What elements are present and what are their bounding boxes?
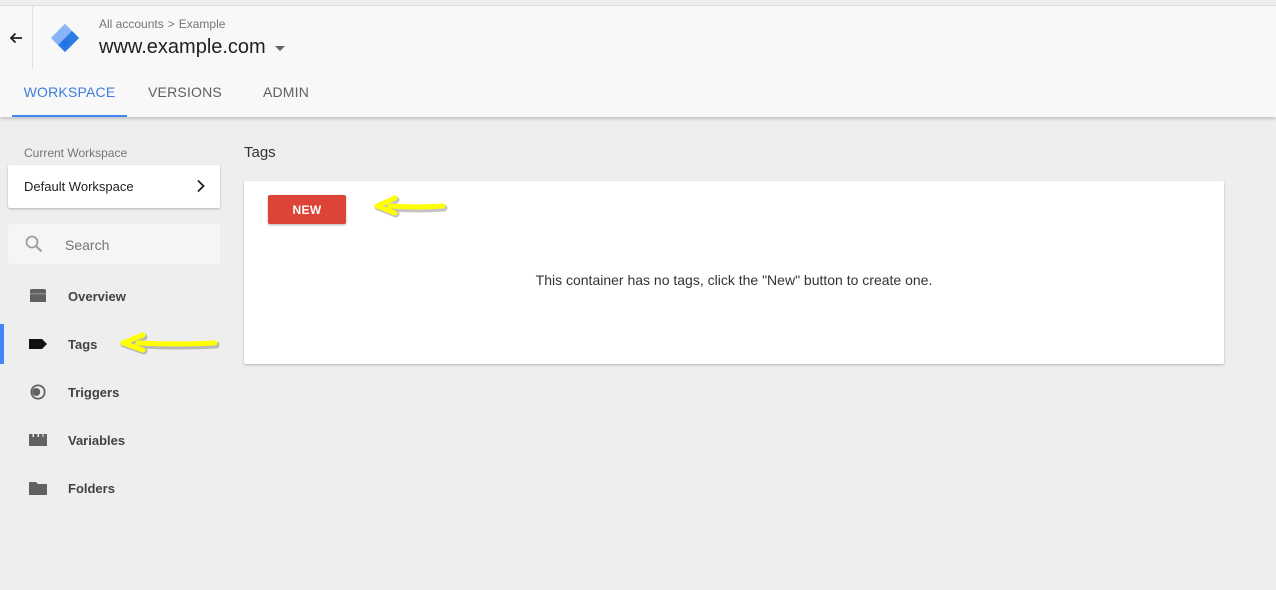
breadcrumb-all-accounts[interactable]: All accounts xyxy=(99,17,164,31)
tab-bar: WORKSPACE VERSIONS ADMIN xyxy=(0,69,1276,117)
container-selector[interactable]: www.example.com xyxy=(99,36,285,59)
tag-icon xyxy=(29,339,47,349)
sidebar-item-label: Variables xyxy=(68,433,126,448)
empty-state-message: This container has no tags, click the "N… xyxy=(535,272,933,288)
variables-icon xyxy=(29,434,47,446)
sidebar-item-triggers[interactable]: Triggers xyxy=(0,372,236,412)
sidebar-item-label: Triggers xyxy=(68,385,120,400)
back-arrow-icon xyxy=(9,32,22,43)
tag-manager-logo-icon xyxy=(51,24,79,52)
caret-down-icon xyxy=(274,46,285,51)
breadcrumb-account[interactable]: Example xyxy=(179,17,226,31)
tab-versions[interactable]: VERSIONS xyxy=(140,69,230,117)
breadcrumb: All accounts > Example xyxy=(99,17,225,31)
workspace-name: Default Workspace xyxy=(24,179,134,194)
search-input[interactable] xyxy=(63,233,217,257)
chevron-right-icon xyxy=(197,179,205,193)
container-name: www.example.com xyxy=(99,36,266,58)
tab-workspace[interactable]: WORKSPACE xyxy=(12,69,127,117)
search-box xyxy=(8,224,220,264)
page-title: Tags xyxy=(244,144,276,161)
back-button[interactable] xyxy=(0,6,33,69)
search-icon xyxy=(25,235,43,253)
workspace-selector[interactable]: Default Workspace xyxy=(8,165,220,208)
annotation-arrow-icon xyxy=(374,195,448,218)
top-bar: All accounts > Example www.example.com xyxy=(0,5,1276,70)
sidebar-item-overview[interactable]: Overview xyxy=(0,276,236,316)
tab-admin[interactable]: ADMIN xyxy=(250,69,322,117)
annotation-arrow-icon xyxy=(120,332,220,355)
sidebar-item-label: Tags xyxy=(68,337,98,352)
overview-icon xyxy=(30,289,46,302)
current-workspace-label: Current Workspace xyxy=(24,146,128,160)
new-tag-button[interactable]: NEW xyxy=(268,195,346,224)
folder-icon xyxy=(29,482,47,495)
sidebar-item-variables[interactable]: Variables xyxy=(0,420,236,460)
active-indicator xyxy=(0,324,4,364)
sidebar-item-label: Folders xyxy=(68,481,115,496)
breadcrumb-separator: > xyxy=(167,17,175,31)
sidebar-item-folders[interactable]: Folders xyxy=(0,468,236,508)
trigger-icon xyxy=(30,384,46,400)
sidebar-item-label: Overview xyxy=(68,289,126,304)
